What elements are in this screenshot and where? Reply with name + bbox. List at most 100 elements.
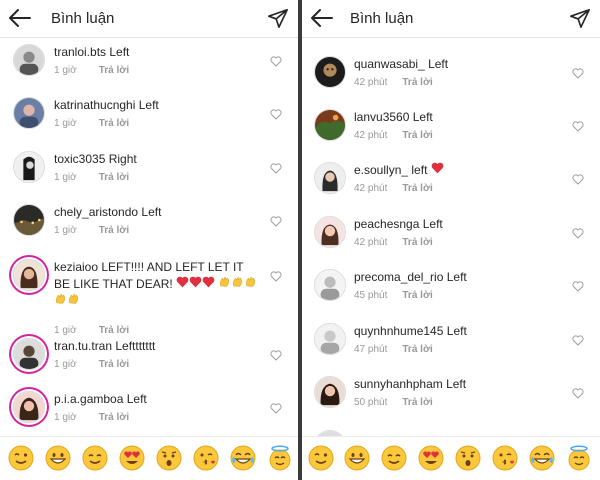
heart-eyes-face-icon[interactable]: [418, 445, 444, 471]
comment-meta: 42 phút Trả lời: [354, 77, 433, 88]
heart-outline-icon[interactable]: [270, 56, 282, 67]
comment-username[interactable]: quanwasabi_: [354, 57, 425, 71]
comment-time: 1 giờ: [54, 412, 77, 423]
comment-username[interactable]: precoma_del_rio: [354, 270, 443, 284]
avatar[interactable]: [314, 323, 346, 355]
avatar[interactable]: [13, 151, 45, 183]
reply-button[interactable]: Trả lời: [402, 344, 432, 355]
heart-outline-icon[interactable]: [572, 388, 584, 399]
comment-username[interactable]: e.soullyn_: [354, 163, 408, 177]
reply-button[interactable]: Trả lời: [99, 118, 129, 129]
heart-outline-icon[interactable]: [572, 174, 584, 185]
reply-button[interactable]: Trả lời: [402, 290, 432, 301]
comment-list[interactable]: quanwasabi_ Left 42 phút Trả lời lanvu356…: [302, 38, 600, 436]
tears-of-joy-face-icon[interactable]: [230, 445, 256, 471]
paper-plane-icon[interactable]: [267, 7, 289, 29]
avatar[interactable]: [314, 109, 346, 141]
avatar-image: [14, 339, 44, 369]
comment-username[interactable]: p.i.a.gamboa: [54, 392, 123, 406]
comment-text: chely_aristondo Left: [54, 204, 260, 220]
avatar-image: [14, 98, 44, 128]
heart-outline-icon[interactable]: [270, 403, 282, 414]
arrow-left-icon[interactable]: [310, 8, 334, 28]
reply-button[interactable]: Trả lời: [99, 359, 129, 370]
kissing-wink-face-icon[interactable]: [492, 445, 518, 471]
heart-outline-icon[interactable]: [270, 216, 282, 227]
comment-item: peachesnga Left 42 phút Trả lời: [302, 216, 600, 266]
reply-button[interactable]: Trả lời: [99, 225, 129, 236]
reply-button[interactable]: Trả lời: [402, 183, 432, 194]
grinning-face-icon[interactable]: [344, 445, 370, 471]
avatar[interactable]: [13, 259, 45, 291]
reply-button[interactable]: Trả lời: [402, 130, 432, 141]
comment-item: lanvu3560 Left 42 phút Trả lời: [302, 109, 600, 159]
heart-outline-icon[interactable]: [270, 350, 282, 361]
comment-username[interactable]: katrinathucnghi: [54, 98, 135, 112]
winking-face-icon[interactable]: [308, 445, 334, 471]
reply-button[interactable]: Trả lời: [402, 237, 432, 248]
avatar[interactable]: [314, 376, 346, 408]
heart-outline-icon[interactable]: [572, 281, 584, 292]
reply-button[interactable]: Trả lời: [402, 77, 432, 88]
winking-face-icon[interactable]: [8, 445, 34, 471]
comment-meta: 42 phút Trả lời: [354, 130, 433, 141]
comment-meta: 1 giờ Trả lời: [54, 225, 129, 236]
halo-face-icon[interactable]: [566, 445, 592, 471]
avatar[interactable]: [13, 391, 45, 423]
clapping-hands-icon: [69, 293, 78, 304]
comment-username[interactable]: chely_aristondo: [54, 205, 138, 219]
comment-username[interactable]: tran.tu.tran: [54, 339, 112, 353]
heart-outline-icon[interactable]: [572, 228, 584, 239]
comment-username[interactable]: toxic3035: [54, 152, 105, 166]
comment-username[interactable]: keziaioo: [54, 260, 98, 274]
avatar[interactable]: [314, 162, 346, 194]
header: Bình luận: [0, 0, 298, 38]
smiling-face-icon[interactable]: [381, 445, 407, 471]
heart-outline-icon[interactable]: [270, 271, 282, 282]
comment-item: p.i.a.gamboa Left 1 giờ Trả lời: [0, 391, 298, 436]
reply-button[interactable]: Trả lời: [402, 397, 432, 408]
kissing-wink-face-icon[interactable]: [193, 445, 219, 471]
comment-username[interactable]: peachesnga: [354, 217, 419, 231]
heart-outline-icon[interactable]: [572, 68, 584, 79]
reply-button[interactable]: Trả lời: [99, 172, 129, 183]
avatar-image: [14, 205, 44, 235]
comment-time: 1 giờ: [54, 65, 77, 76]
avatar[interactable]: [13, 204, 45, 236]
comment-username[interactable]: tranloi.bts: [54, 45, 106, 59]
paper-plane-icon[interactable]: [569, 7, 591, 29]
comment-username[interactable]: sunnyhanhpham: [354, 377, 443, 391]
comment-username[interactable]: lanvu3560: [354, 110, 409, 124]
halo-face-icon[interactable]: [267, 445, 293, 471]
avatar[interactable]: [13, 338, 45, 370]
avatar[interactable]: [314, 216, 346, 248]
hushed-face-icon[interactable]: [455, 445, 481, 471]
red-heart-icon: [189, 276, 202, 288]
avatar[interactable]: [314, 56, 346, 88]
tears-of-joy-face-icon[interactable]: [529, 445, 555, 471]
avatar[interactable]: [13, 44, 45, 76]
heart-outline-icon[interactable]: [572, 121, 584, 132]
heart-eyes-face-icon[interactable]: [119, 445, 145, 471]
comment-meta: 47 phút Trả lời: [354, 344, 433, 355]
avatar[interactable]: [13, 97, 45, 129]
comment-time: 42 phút: [354, 130, 388, 141]
reply-button[interactable]: Trả lời: [99, 65, 129, 76]
avatar[interactable]: [314, 269, 346, 301]
avatar-image: [14, 392, 44, 422]
comment-body: Left: [446, 270, 467, 284]
arrow-left-icon[interactable]: [8, 8, 32, 28]
comment-body: Left: [422, 217, 443, 231]
red-heart-icon: [202, 276, 215, 288]
comment-username[interactable]: quynhnhume145: [354, 324, 443, 338]
heart-outline-icon[interactable]: [270, 163, 282, 174]
hushed-face-icon[interactable]: [156, 445, 182, 471]
heart-outline-icon[interactable]: [270, 109, 282, 120]
comment-list[interactable]: tranloi.bts Left 1 giờ Trả lời katrinathu…: [0, 38, 298, 436]
smiling-face-icon[interactable]: [82, 445, 108, 471]
reply-button[interactable]: Trả lời: [99, 325, 129, 336]
reply-button[interactable]: Trả lời: [99, 412, 129, 423]
grinning-face-icon[interactable]: [45, 445, 71, 471]
heart-outline-icon[interactable]: [572, 335, 584, 346]
comment-meta: 42 phút Trả lời: [354, 183, 433, 194]
